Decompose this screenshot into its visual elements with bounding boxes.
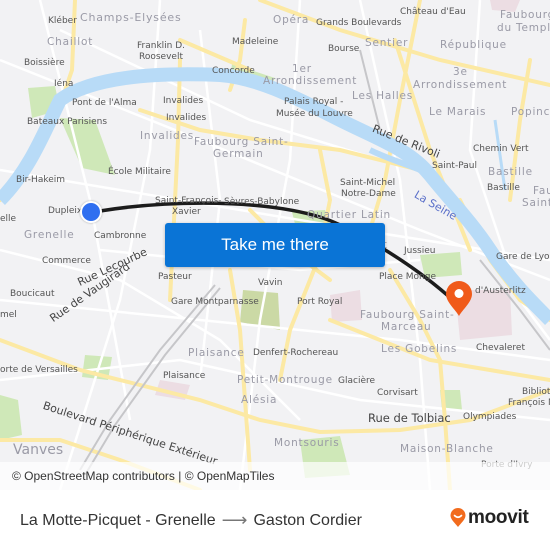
map-label: Bir-Hakeim xyxy=(16,175,66,185)
map-label: Chevaleret xyxy=(476,343,525,353)
map-label: Saint-Paul xyxy=(432,161,477,171)
map-label: Musée du Louvre xyxy=(276,109,353,119)
destination-pin-icon[interactable] xyxy=(445,281,473,317)
map-label: Iéna xyxy=(54,79,74,89)
map-label: Plaisance xyxy=(163,371,206,381)
map-label: 1er xyxy=(292,63,312,75)
map-label: Boucicaut xyxy=(10,289,55,299)
map-label: Bastille xyxy=(488,166,533,178)
map-label: Port Royal xyxy=(297,297,343,307)
map-label: Sèvres-Babylone xyxy=(224,197,300,207)
map-label: Grands Boulevards xyxy=(316,18,402,28)
map-label: Alésia xyxy=(241,394,278,406)
map-label: Arrondissement xyxy=(263,75,358,87)
map-view[interactable]: Kléber Champs-Elysées Chaillot Boissière Ién… xyxy=(0,0,550,490)
take-me-there-button[interactable]: Take me there xyxy=(165,223,385,267)
map-label: Maison-Blanche xyxy=(400,443,494,455)
map-label: Denfert-Rochereau xyxy=(253,348,339,358)
map-label: Gare de Lyon xyxy=(496,252,550,262)
map-label: Arrondissement xyxy=(413,79,508,91)
map-label: Invalides xyxy=(163,96,204,106)
map-label: Invalides xyxy=(166,113,207,123)
map-label: Faubourg xyxy=(533,185,550,197)
map-label: Rue de Tolbiac xyxy=(368,411,451,425)
destination-stop-name: Gaston Cordier xyxy=(253,511,362,529)
map-label: Jussieu xyxy=(404,246,436,256)
map-label: Vavin xyxy=(258,278,283,288)
map-label: d'Austerlitz xyxy=(475,286,526,296)
map-label: orte de Versailles xyxy=(0,365,78,375)
map-label: Opéra xyxy=(273,14,310,26)
map-label: Bourse xyxy=(328,44,360,54)
moovit-logo[interactable]: moovit xyxy=(450,507,529,529)
map-label: Montsouris xyxy=(274,437,340,449)
map-label: Saint xyxy=(522,197,550,209)
map-label: Dupleix xyxy=(48,206,83,216)
origin-dot-icon[interactable] xyxy=(80,201,102,223)
map-label: du Temple xyxy=(497,22,550,34)
map-label: elle xyxy=(0,214,17,224)
map-label: Petit-Montrouge xyxy=(237,374,333,386)
map-label: Chaillot xyxy=(47,36,94,48)
map-label: Pont de l'Alma xyxy=(72,98,137,108)
map-label: Chemin Vert xyxy=(473,144,529,154)
map-label: 3e xyxy=(453,66,468,78)
map-label: Popincourt xyxy=(511,106,550,118)
map-label: Cambronne xyxy=(94,231,147,241)
map-label: Invalides xyxy=(140,130,195,142)
map-label: Vanves xyxy=(13,442,64,458)
map-label: Xavier xyxy=(172,207,201,217)
map-label: Gare Montparnasse xyxy=(171,297,259,307)
moovit-logo-icon xyxy=(450,508,466,527)
map-label: Bateaux Parisiens xyxy=(27,117,108,127)
map-label: Boissière xyxy=(24,58,65,68)
map-label: Bibliothèque xyxy=(522,387,550,397)
map-label: Concorde xyxy=(212,66,255,76)
map-label: Place Monge xyxy=(379,272,437,282)
map-label: Champs-Elysées xyxy=(80,11,182,24)
map-label: Le Marais xyxy=(429,106,487,118)
map-label: Franklin D. xyxy=(137,41,186,51)
map-label: Faubourg Saint- xyxy=(360,309,455,321)
map-label: École Militaire xyxy=(108,167,171,177)
map-label: Faubourg Saint- xyxy=(194,136,289,148)
map-attribution[interactable]: © OpenStreetMap contributors | © OpenMap… xyxy=(0,462,550,490)
map-label: Palais Royal - xyxy=(284,97,344,107)
map-label: Saint-Michel xyxy=(340,178,396,188)
map-label: Les Gobelins xyxy=(381,343,458,355)
map-label: Commerce xyxy=(42,256,91,266)
origin-stop-name: La Motte-Picquet - Grenelle xyxy=(20,511,216,529)
map-label: Grenelle xyxy=(24,229,75,241)
map-label: Glacière xyxy=(338,376,376,386)
map-label: Les Halles xyxy=(352,90,414,102)
map-label: Sentier xyxy=(365,37,409,49)
map-label: Germain xyxy=(213,148,264,160)
map-label: Marceau xyxy=(381,321,432,333)
map-label: Corvisart xyxy=(377,388,418,398)
map-label: Madeleine xyxy=(232,37,279,47)
map-label: Roosevelt xyxy=(139,52,183,62)
arrow-right-icon: ⟶ xyxy=(221,510,248,530)
park-edge xyxy=(0,395,22,440)
map-label: Saint-François- xyxy=(155,196,222,206)
route-footer: La Motte-Picquet - Grenelle ⟶ Gaston Cor… xyxy=(0,490,550,550)
route-summary: La Motte-Picquet - Grenelle ⟶ Gaston Cor… xyxy=(20,510,362,531)
map-label: Olympiades xyxy=(463,412,517,422)
map-label: Kléber xyxy=(48,16,77,26)
map-label: Pasteur xyxy=(158,272,192,282)
moovit-logo-text: moovit xyxy=(468,507,529,528)
map-label: Quartier Latin xyxy=(307,209,391,221)
map-label: Faubourg xyxy=(500,9,550,21)
map-label: mel xyxy=(0,310,17,320)
canal-saint-martin xyxy=(493,119,507,191)
map-label: Château d'Eau xyxy=(400,7,466,17)
map-label: Bastille xyxy=(487,183,520,193)
map-label: Notre-Dame xyxy=(341,189,396,199)
map-label: François M xyxy=(508,398,550,408)
map-label: Plaisance xyxy=(188,347,245,359)
map-label: République xyxy=(440,39,507,51)
